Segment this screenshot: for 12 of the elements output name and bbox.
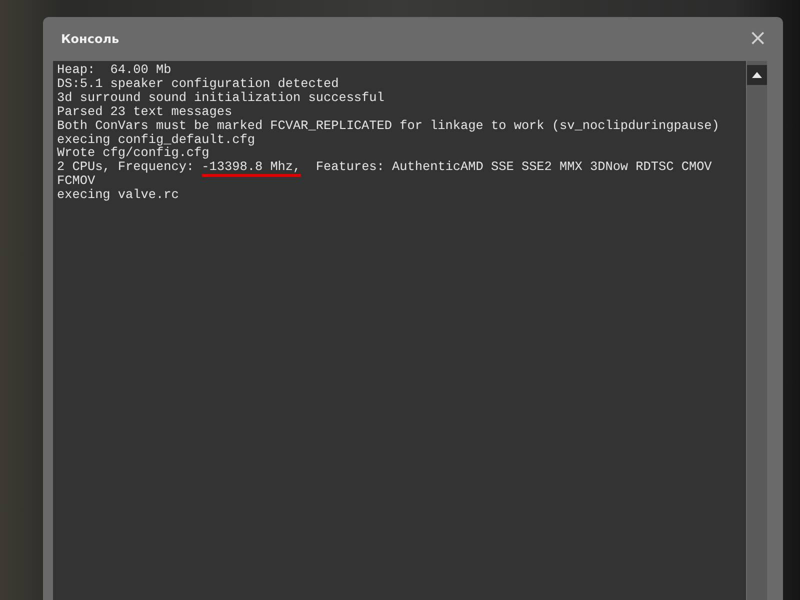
- log-line: execing valve.rc: [57, 188, 180, 202]
- window-title: Консоль: [61, 32, 120, 46]
- log-line: execing config_default.cfg: [57, 132, 256, 146]
- log-line: Both ConVars must be marked FCVAR_REPLICATED for linkage to work (sv_noclipduringpause): [57, 118, 720, 133]
- log-line: DS:5.1 speaker configuration detected: [57, 76, 340, 91]
- log-line: Heap: 64.00 Mb: [57, 63, 172, 77]
- log-line: Wrote cfg/config.cfg: [57, 146, 210, 160]
- log-line: Parsed 23 text messages: [57, 104, 234, 119]
- scrollbar[interactable]: [747, 61, 767, 600]
- scroll-up-icon[interactable]: [747, 65, 767, 85]
- log-line: 3d surround sound initialization successful: [57, 90, 386, 105]
- close-button[interactable]: ×: [746, 28, 769, 50]
